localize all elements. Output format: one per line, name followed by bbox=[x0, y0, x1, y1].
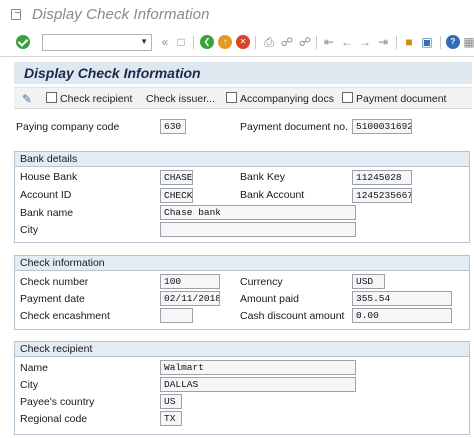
currency-label: Currency bbox=[240, 276, 283, 288]
save-icon[interactable]: □ bbox=[174, 35, 188, 49]
edit-pencil-icon[interactable]: ✎ bbox=[22, 92, 36, 106]
amount-paid-label: Amount paid bbox=[240, 293, 299, 305]
payee-country-field[interactable]: US bbox=[160, 394, 182, 409]
find-next-icon[interactable]: ☍ bbox=[298, 35, 312, 49]
payment-document-button[interactable]: Payment document bbox=[342, 92, 446, 106]
account-id-field[interactable]: CHECK bbox=[160, 188, 193, 203]
check-encashment-label: Check encashment bbox=[20, 310, 110, 322]
exit-icon[interactable]: ↑ bbox=[218, 35, 232, 49]
screen-title-bar: Display Check Information bbox=[14, 62, 472, 84]
accompanying-docs-button[interactable]: Accompanying docs bbox=[226, 92, 334, 106]
next-page-icon[interactable]: → bbox=[358, 35, 372, 49]
bank-account-label: Bank Account bbox=[240, 189, 305, 201]
layout-icon[interactable]: ▦ bbox=[462, 35, 474, 49]
regional-code-field[interactable]: TX bbox=[160, 411, 182, 426]
payment-date-field[interactable]: 02/11/2018 bbox=[160, 291, 220, 306]
check-information-title: Check information bbox=[20, 257, 105, 269]
paying-company-code-label: Paying company code bbox=[16, 121, 120, 133]
bank-key-label: Bank Key bbox=[240, 171, 285, 183]
screen-title: Display Check Information bbox=[24, 65, 201, 81]
window-title-bar: Display Check Information bbox=[0, 0, 474, 30]
regional-code-label: Regional code bbox=[20, 413, 88, 425]
application-toolbar: ✎ Check recipient Check issuer... Accomp… bbox=[14, 87, 472, 109]
cash-discount-field[interactable]: 0.00 bbox=[352, 308, 452, 323]
payment-document-no-label: Payment document no. bbox=[240, 121, 348, 133]
chevron-down-icon[interactable]: ▼ bbox=[140, 37, 148, 46]
exit-app-icon[interactable] bbox=[11, 9, 21, 20]
bank-account-field[interactable]: 1245235667 bbox=[352, 188, 412, 203]
enter-icon[interactable] bbox=[16, 35, 30, 49]
currency-field[interactable]: USD bbox=[352, 274, 385, 289]
account-id-label: Account ID bbox=[20, 189, 72, 201]
window-title: Display Check Information bbox=[32, 6, 210, 23]
docs-list-icon bbox=[226, 92, 237, 103]
check-number-field[interactable]: 100 bbox=[160, 274, 220, 289]
payment-doc-icon bbox=[342, 92, 353, 103]
check-recipient-title: Check recipient bbox=[20, 343, 93, 355]
payee-country-label: Payee's country bbox=[20, 396, 95, 408]
bank-details-title: Bank details bbox=[20, 153, 78, 165]
find-icon[interactable]: ☍ bbox=[280, 35, 294, 49]
shortcut-icon[interactable]: ▣ bbox=[420, 35, 434, 49]
collapse-icon[interactable]: « bbox=[158, 35, 172, 49]
bank-city-field[interactable] bbox=[160, 222, 356, 237]
paying-company-code-field[interactable]: 630 bbox=[160, 119, 186, 134]
check-recipient-button[interactable]: Check recipient bbox=[46, 92, 132, 106]
bank-name-label: Bank name bbox=[20, 207, 74, 219]
check-number-label: Check number bbox=[20, 276, 89, 288]
print-icon[interactable]: ⎙ bbox=[262, 35, 276, 49]
command-field[interactable]: ▼ bbox=[42, 34, 152, 51]
cash-discount-label: Cash discount amount bbox=[240, 310, 345, 322]
prev-page-icon[interactable]: ← bbox=[340, 35, 354, 49]
bank-name-field[interactable]: Chase bank bbox=[160, 205, 356, 220]
help-icon[interactable]: ? bbox=[446, 35, 460, 49]
back-icon[interactable]: ❮ bbox=[200, 35, 214, 49]
bank-city-label: City bbox=[20, 224, 39, 236]
recipient-name-field[interactable]: Walmart bbox=[160, 360, 356, 375]
last-page-icon[interactable]: ⇥ bbox=[376, 35, 390, 49]
recipient-city-label: City bbox=[20, 379, 39, 391]
house-bank-label: House Bank bbox=[20, 171, 78, 183]
bank-key-field[interactable]: 11245028 bbox=[352, 170, 412, 185]
check-encashment-field[interactable] bbox=[160, 308, 193, 323]
create-session-icon[interactable]: ■ bbox=[402, 35, 416, 49]
amount-paid-field[interactable]: 355.54 bbox=[352, 291, 452, 306]
cancel-icon[interactable]: ✕ bbox=[236, 35, 250, 49]
document-icon bbox=[46, 92, 57, 103]
recipient-city-field[interactable]: DALLAS bbox=[160, 377, 356, 392]
check-issuer-button[interactable]: Check issuer... bbox=[146, 92, 215, 106]
standard-toolbar: ▼ « □ ❮ ↑ ✕ ⎙ ☍ ☍ ⇤ ← → ⇥ ■ ▣ ? ▦ bbox=[0, 30, 474, 56]
first-page-icon[interactable]: ⇤ bbox=[322, 35, 336, 49]
house-bank-field[interactable]: CHASE bbox=[160, 170, 193, 185]
recipient-name-label: Name bbox=[20, 362, 49, 374]
payment-date-label: Payment date bbox=[20, 293, 85, 305]
payment-document-no-field[interactable]: 5100031692 bbox=[352, 119, 412, 134]
